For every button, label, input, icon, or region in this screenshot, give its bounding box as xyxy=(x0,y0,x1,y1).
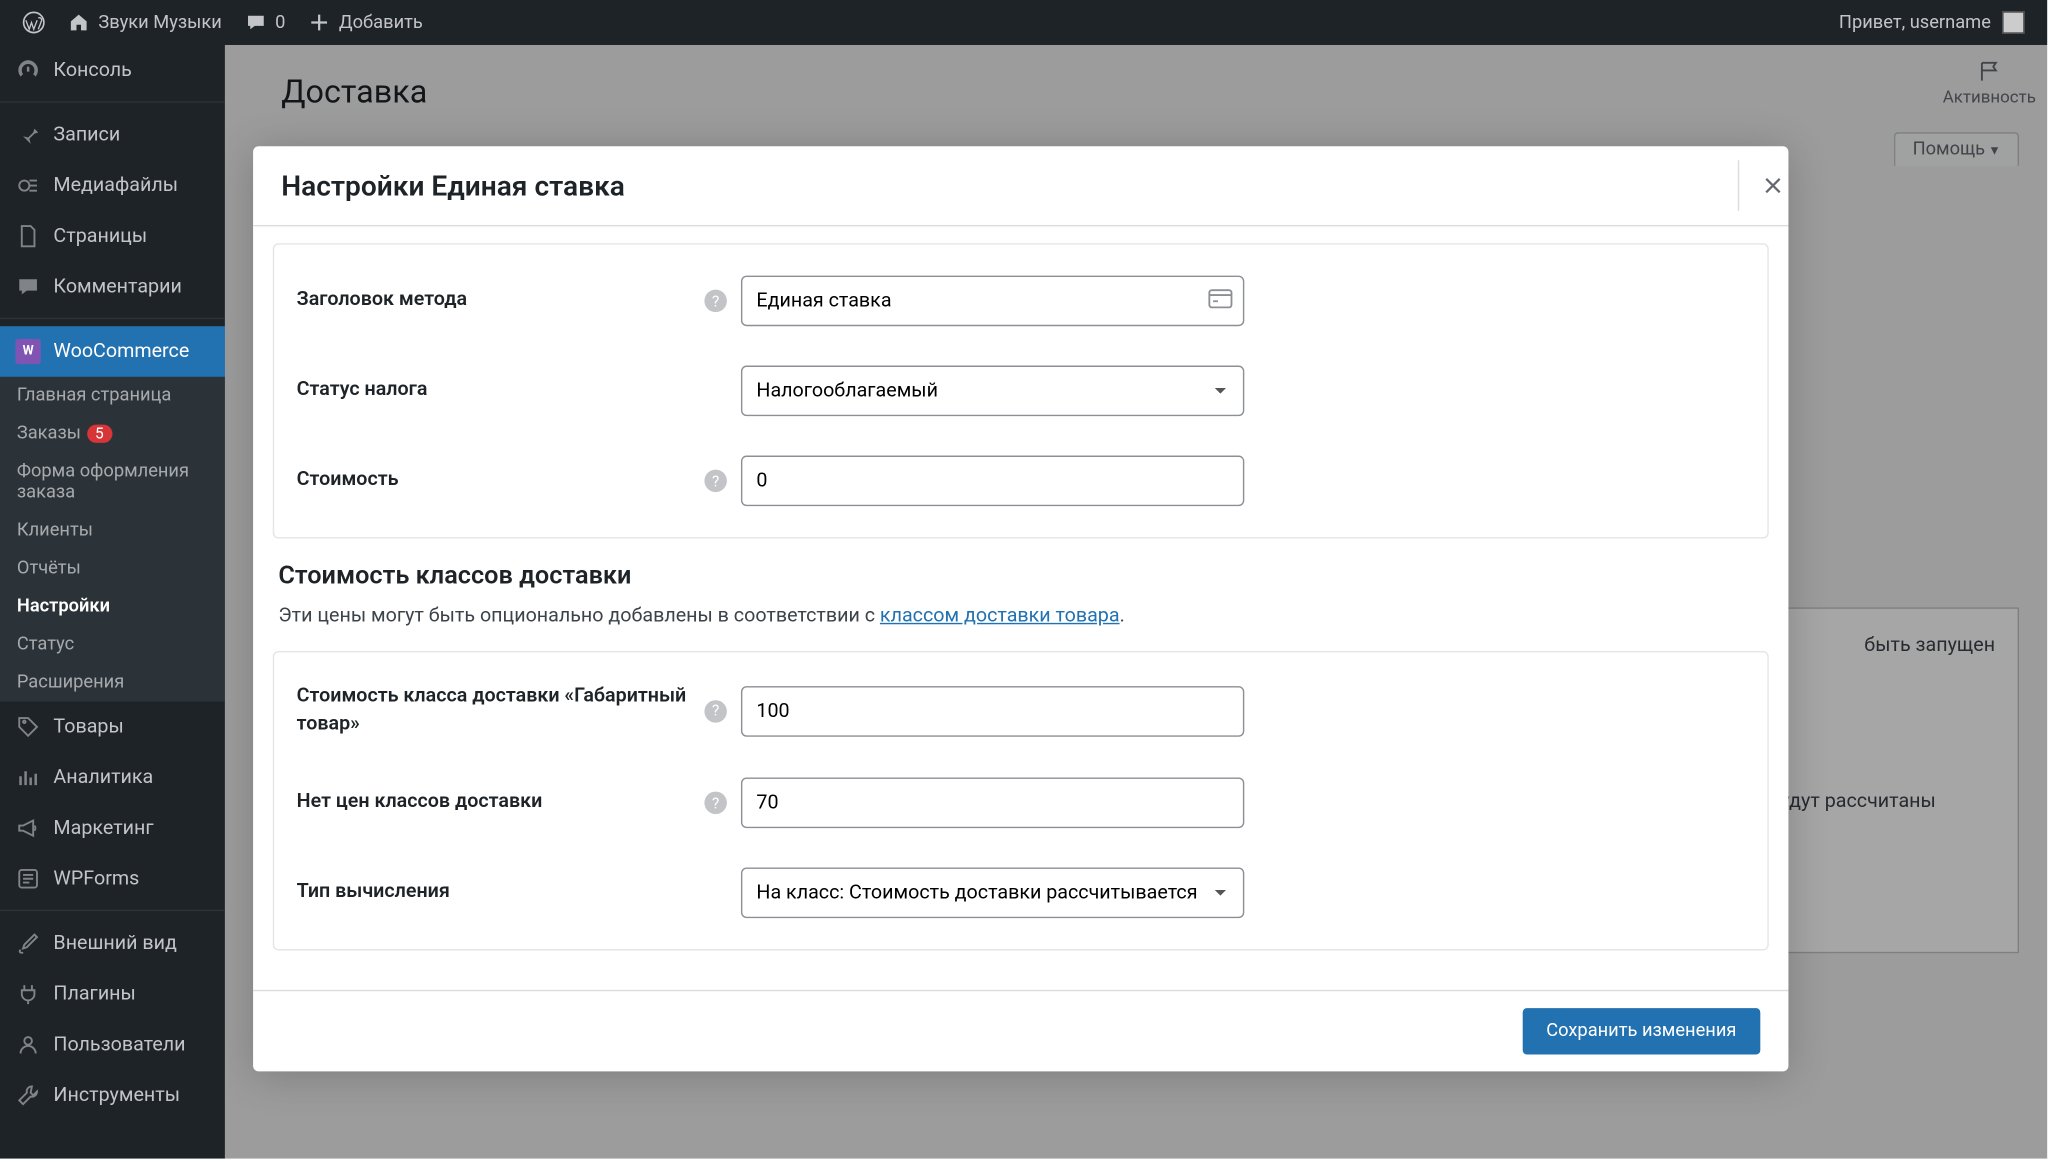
comment-icon xyxy=(14,273,42,301)
menu-appearance[interactable]: Внешний вид xyxy=(0,918,225,969)
orders-badge: 5 xyxy=(87,425,113,443)
submenu-extensions[interactable]: Расширения xyxy=(0,664,225,702)
submenu-reports[interactable]: Отчёты xyxy=(0,550,225,588)
plug-icon xyxy=(14,980,42,1008)
submenu-customers[interactable]: Клиенты xyxy=(0,512,225,550)
modal-overlay[interactable]: Настройки Единая ставка Заголовок метода… xyxy=(225,45,2047,1159)
menu-users[interactable]: Пользователи xyxy=(0,1019,225,1070)
dashboard-icon xyxy=(14,56,42,84)
menu-label: Инструменты xyxy=(53,1084,180,1106)
method-title-input[interactable] xyxy=(741,276,1244,327)
megaphone-icon xyxy=(14,814,42,842)
site-name: Звуки Музыки xyxy=(98,12,221,33)
menu-tools[interactable]: Инструменты xyxy=(0,1070,225,1121)
wrench-icon xyxy=(14,1081,42,1109)
menu-label: Медиафайлы xyxy=(53,174,178,196)
help-icon[interactable]: ? xyxy=(704,700,726,722)
wordpress-icon xyxy=(22,11,44,33)
menu-label: Записи xyxy=(53,124,120,146)
menu-label: Плагины xyxy=(53,983,135,1005)
menu-posts[interactable]: Записи xyxy=(0,110,225,161)
settings-modal: Настройки Единая ставка Заголовок метода… xyxy=(253,146,1788,1071)
submenu-checkout-form[interactable]: Форма оформления заказа xyxy=(0,453,225,512)
calc-type-select[interactable]: На класс: Стоимость доставки рассчитывае… xyxy=(741,868,1244,919)
menu-label: Пользователи xyxy=(53,1033,185,1055)
help-icon[interactable]: ? xyxy=(704,290,726,312)
menu-analytics[interactable]: Аналитика xyxy=(0,752,225,803)
menu-marketing[interactable]: Маркетинг xyxy=(0,803,225,854)
menu-label: Маркетинг xyxy=(53,817,153,839)
class-cost-input[interactable] xyxy=(741,686,1244,737)
card-icon xyxy=(1208,288,1233,315)
add-new-link[interactable]: Добавить xyxy=(297,0,434,45)
submenu-status[interactable]: Статус xyxy=(0,626,225,664)
site-link[interactable]: Звуки Музыки xyxy=(56,0,233,45)
home-icon xyxy=(67,11,89,33)
help-icon[interactable]: ? xyxy=(704,792,726,814)
shipping-classes-heading: Стоимость классов доставки xyxy=(278,561,1763,591)
modal-title: Настройки Единая ставка xyxy=(281,169,625,203)
menu-label: Товары xyxy=(53,716,123,738)
menu-label: WPForms xyxy=(53,868,139,890)
menu-media[interactable]: Медиафайлы xyxy=(0,160,225,211)
plus-icon xyxy=(308,11,330,33)
chart-icon xyxy=(14,763,42,791)
submenu-orders[interactable]: Заказы5 xyxy=(0,415,225,453)
content-area: Доставка Активность Помощь быть запущен … xyxy=(225,45,2047,1159)
comment-icon xyxy=(244,11,266,33)
page-icon xyxy=(14,222,42,250)
submenu-settings[interactable]: Настройки xyxy=(0,588,225,626)
comments-link[interactable]: 0 xyxy=(233,0,297,45)
submenu-home[interactable]: Главная страница xyxy=(0,377,225,415)
shipping-classes-desc: Эти цены могут быть опционально добавлен… xyxy=(278,602,1763,632)
menu-dashboard[interactable]: Консоль xyxy=(0,45,225,96)
greeting: Привет, username xyxy=(1839,12,1991,33)
admin-sidebar: Консоль Записи Медиафайлы Страницы Комме… xyxy=(0,45,225,1159)
no-class-cost-label: Нет цен классов доставки xyxy=(297,789,705,817)
help-icon[interactable]: ? xyxy=(704,470,726,492)
user-menu[interactable]: Привет, username xyxy=(1839,11,2036,33)
menu-wpforms[interactable]: WPForms xyxy=(0,853,225,904)
woo-icon: W xyxy=(14,337,42,365)
method-title-label: Заголовок метода xyxy=(297,287,705,315)
menu-label: Консоль xyxy=(53,59,131,81)
pin-icon xyxy=(14,121,42,149)
menu-woocommerce[interactable]: W WooCommerce xyxy=(0,326,225,377)
wp-logo[interactable] xyxy=(11,0,56,45)
tax-status-select[interactable]: Налогооблагаемый xyxy=(741,366,1244,417)
menu-plugins[interactable]: Плагины xyxy=(0,969,225,1020)
menu-comments[interactable]: Комментарии xyxy=(0,262,225,313)
menu-label: Страницы xyxy=(53,225,147,247)
avatar xyxy=(2002,11,2024,33)
comments-count: 0 xyxy=(275,12,285,33)
close-icon xyxy=(1761,174,1783,196)
modal-close-button[interactable] xyxy=(1738,160,1789,211)
save-button[interactable]: Сохранить изменения xyxy=(1522,1008,1760,1054)
menu-label: Аналитика xyxy=(53,766,153,788)
menu-label: Комментарии xyxy=(53,276,181,298)
tag-icon xyxy=(14,713,42,741)
media-icon xyxy=(14,172,42,200)
menu-label: WooCommerce xyxy=(53,340,189,362)
cost-input[interactable] xyxy=(741,456,1244,507)
form-icon xyxy=(14,865,42,893)
woo-submenu: Главная страница Заказы5 Форма оформлени… xyxy=(0,377,225,702)
tax-status-label: Статус налога xyxy=(297,377,705,405)
menu-pages[interactable]: Страницы xyxy=(0,211,225,262)
menu-products[interactable]: Товары xyxy=(0,702,225,753)
cost-label: Стоимость xyxy=(297,467,705,495)
calc-type-label: Тип вычисления xyxy=(297,879,705,907)
shipping-class-link[interactable]: классом доставки товара xyxy=(880,605,1120,627)
menu-label: Внешний вид xyxy=(53,932,176,954)
no-class-cost-input[interactable] xyxy=(741,778,1244,829)
add-label: Добавить xyxy=(339,12,423,33)
adminbar: Звуки Музыки 0 Добавить Привет, username xyxy=(0,0,2047,45)
user-icon xyxy=(14,1031,42,1059)
brush-icon xyxy=(14,929,42,957)
class-cost-label: Стоимость класса доставки «Габаритный то… xyxy=(297,683,705,738)
